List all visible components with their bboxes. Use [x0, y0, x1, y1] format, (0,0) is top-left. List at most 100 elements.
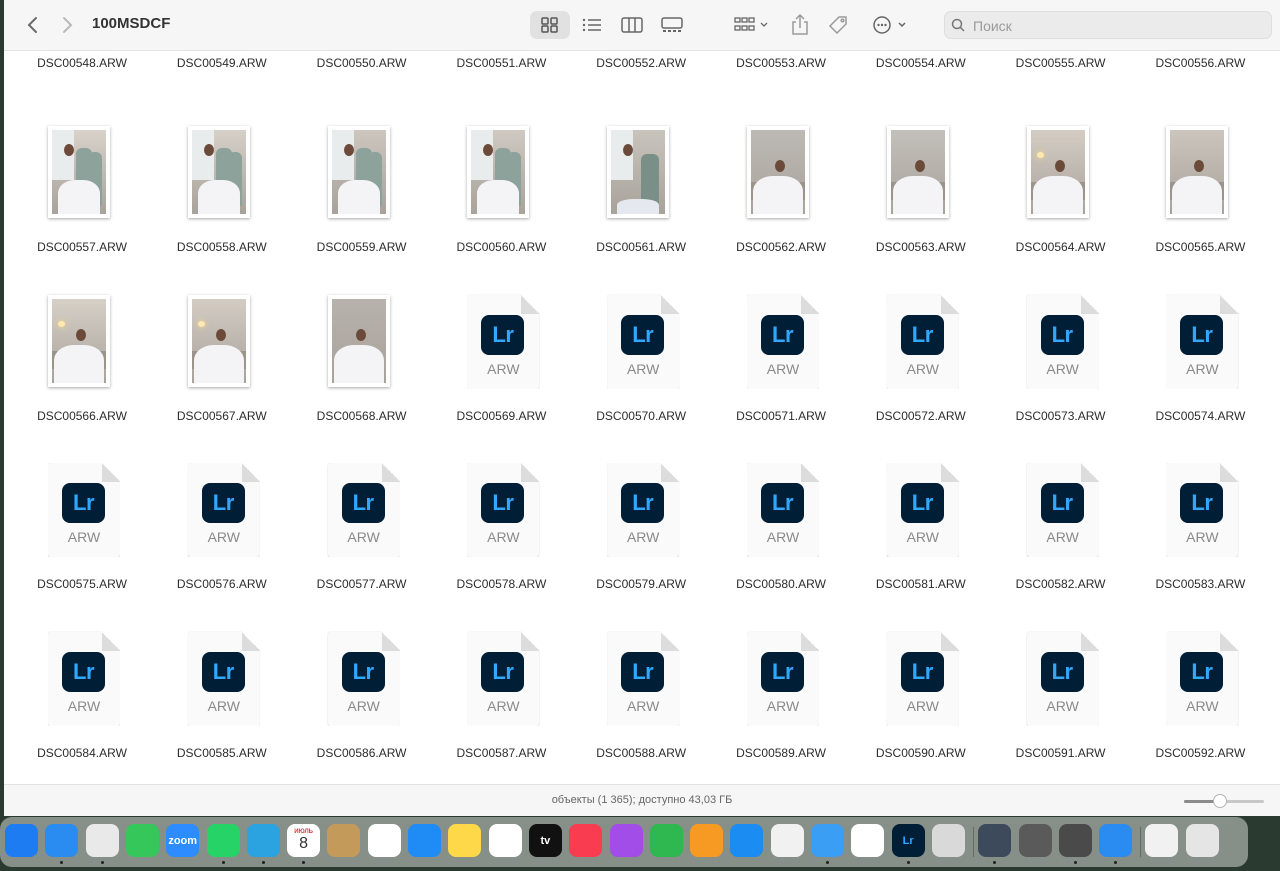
file-item[interactable]: Lr ARW DSC00591.ARW [996, 624, 1126, 784]
file-item[interactable]: Lr ARW DSC00577.ARW [297, 455, 427, 615]
quicktime-app-icon[interactable] [978, 824, 1012, 857]
contacts-app-icon[interactable] [327, 824, 361, 857]
facetime-app-icon[interactable] [125, 824, 159, 857]
mail-app-icon[interactable] [5, 824, 38, 857]
dress-shape [337, 180, 380, 214]
file-item[interactable]: Lr ARW DSC00571.ARW [716, 287, 846, 447]
printer-app-icon[interactable] [1018, 824, 1052, 857]
file-item[interactable]: Lr ARW DSC00574.ARW [1135, 287, 1265, 447]
file-item[interactable]: DSC00564.ARW [996, 118, 1126, 278]
file-item[interactable]: DSC00563.ARW [856, 118, 986, 278]
running-indicator [993, 861, 997, 864]
search-field[interactable] [944, 11, 1272, 39]
reminders-app-icon[interactable] [367, 824, 401, 857]
dress-shape [197, 180, 240, 214]
back-button[interactable] [20, 10, 44, 40]
head-shape [64, 144, 74, 156]
document-fold [1220, 631, 1239, 651]
screen-sharing-app-icon[interactable] [811, 824, 844, 857]
file-item[interactable]: Lr ARW DSC00569.ARW [436, 287, 566, 447]
calendar-app-icon[interactable]: ИЮЛЬ 8 [287, 824, 321, 857]
file-item[interactable]: Lr ARW DSC00581.ARW [856, 455, 986, 615]
calculator-app-icon[interactable] [1058, 824, 1092, 857]
file-item[interactable]: DSC00560.ARW [436, 118, 566, 278]
whatsapp-app-icon[interactable] [206, 824, 240, 857]
group-by-button[interactable] [732, 10, 772, 40]
file-name: DSC00559.ARW [316, 240, 407, 254]
podcasts-app-icon[interactable] [609, 824, 643, 857]
file-item[interactable]: Lr ARW DSC00587.ARW [436, 624, 566, 784]
share-button[interactable] [788, 10, 812, 40]
file-icon: Lr ARW [436, 287, 566, 397]
file-item[interactable]: Lr ARW DSC00578.ARW [436, 455, 566, 615]
file-item[interactable]: Lr ARW DSC00590.ARW [856, 624, 986, 784]
file-extension-label: ARW [1046, 697, 1079, 714]
tag-button[interactable] [826, 10, 850, 40]
numbers-app-icon[interactable] [649, 824, 683, 857]
file-item[interactable]: Lr ARW DSC00589.ARW [716, 624, 846, 784]
file-item[interactable]: DSC00557.ARW [17, 118, 147, 278]
pages-app-icon[interactable] [690, 824, 724, 857]
file-icon: Lr ARW [576, 624, 706, 734]
iphone-mirroring-app-icon[interactable] [931, 824, 965, 857]
creative-cloud-app-icon[interactable] [770, 824, 804, 857]
document-fold [801, 631, 819, 651]
lamp-shape [58, 320, 65, 327]
file-item[interactable]: Lr ARW DSC00582.ARW [996, 455, 1126, 615]
trash-icon[interactable] [1185, 824, 1219, 857]
telegram-app-icon[interactable] [246, 824, 280, 857]
chrome-app-icon[interactable] [85, 824, 119, 857]
freeform-app-icon[interactable] [488, 824, 522, 857]
more-actions-button[interactable] [870, 10, 910, 40]
file-item[interactable]: Lr ARW DSC00592.ARW [1135, 624, 1265, 784]
icon-size-slider[interactable] [1184, 794, 1264, 808]
file-icon: Lr ARW [157, 624, 287, 734]
file-item[interactable]: Lr ARW DSC00586.ARW [297, 624, 427, 784]
notes-app-icon[interactable] [448, 824, 482, 857]
keynote-app-icon[interactable] [408, 824, 441, 857]
file-item[interactable]: DSC00565.ARW [1135, 118, 1265, 278]
list-view-button[interactable] [580, 10, 604, 40]
file-item[interactable]: DSC00566.ARW [17, 287, 147, 447]
document-fold [940, 463, 959, 482]
file-icon: Lr ARW [996, 624, 1126, 734]
downloads-folder-icon[interactable] [1099, 824, 1133, 857]
file-item[interactable]: DSC00558.ARW [157, 118, 287, 278]
column-view-button[interactable] [620, 10, 644, 40]
audio-file-icon[interactable] [1145, 824, 1179, 857]
search-input[interactable] [971, 15, 1265, 37]
icon-size-slider-knob[interactable] [1213, 794, 1227, 808]
file-item[interactable]: Lr ARW DSC00588.ARW [576, 624, 706, 784]
file-icon-grid[interactable]: DSC00548.ARW DSC00549.ARW DSC00550.ARW DSC0… [4, 50, 1280, 784]
file-item[interactable]: DSC00562.ARW [716, 118, 846, 278]
file-name: DSC00554.ARW [875, 56, 966, 70]
file-item[interactable]: Lr ARW DSC00583.ARW [1135, 455, 1265, 615]
file-item[interactable]: Lr ARW DSC00584.ARW [17, 624, 147, 784]
lightroom-icon: Lr [1040, 651, 1084, 692]
lightroom-app-icon[interactable]: Lr [891, 824, 925, 857]
gallery-view-button[interactable] [660, 10, 684, 40]
music-app-icon[interactable] [569, 824, 603, 857]
file-item[interactable]: DSC00567.ARW [157, 287, 287, 447]
icon-view-button[interactable] [540, 10, 560, 40]
file-item[interactable]: Lr ARW DSC00580.ARW [716, 455, 846, 615]
file-item[interactable]: Lr ARW DSC00575.ARW [17, 455, 147, 615]
file-item[interactable]: Lr ARW DSC00585.ARW [157, 624, 287, 784]
zoom-app-icon[interactable]: zoom [166, 824, 200, 857]
file-item[interactable]: Lr ARW DSC00576.ARW [157, 455, 287, 615]
icon-view-icon [541, 17, 558, 33]
file-item[interactable]: Lr ARW DSC00579.ARW [576, 455, 706, 615]
appstore-app-icon[interactable] [730, 824, 764, 857]
capcut-app-icon[interactable] [851, 824, 885, 857]
appletv-app-icon[interactable]: tv [528, 824, 562, 857]
file-item[interactable]: Lr ARW DSC00570.ARW [576, 287, 706, 447]
file-icon [297, 287, 427, 397]
file-item[interactable]: DSC00561.ARW [576, 118, 706, 278]
file-item[interactable]: Lr ARW DSC00572.ARW [856, 287, 986, 447]
document-fold [521, 463, 540, 482]
forward-button[interactable] [56, 10, 80, 40]
safari-app-icon[interactable] [45, 824, 79, 857]
file-item[interactable]: DSC00568.ARW [297, 287, 427, 447]
file-item[interactable]: DSC00559.ARW [297, 118, 427, 278]
file-item[interactable]: Lr ARW DSC00573.ARW [996, 287, 1126, 447]
